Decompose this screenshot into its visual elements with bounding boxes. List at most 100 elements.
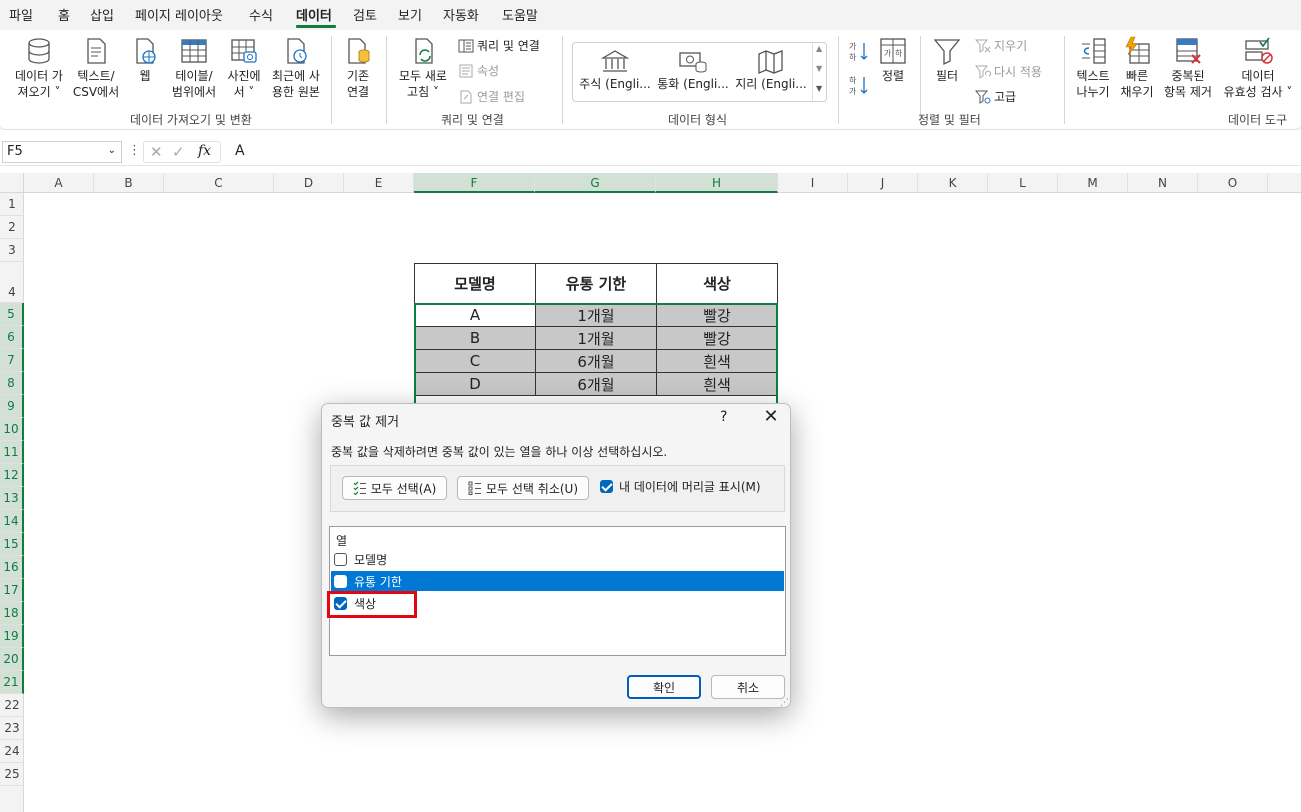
close-icon[interactable]: ✕ — [760, 406, 782, 428]
help-icon[interactable]: ? — [720, 409, 727, 425]
chevron-down-icon[interactable]: ⌄ — [108, 145, 116, 156]
col-header[interactable]: B — [94, 173, 164, 193]
menu-insert[interactable]: 삽입 — [90, 5, 114, 24]
row-header[interactable]: 11 — [0, 441, 24, 464]
col-header[interactable]: D — [274, 173, 344, 193]
col-header[interactable]: K — [918, 173, 988, 193]
refresh-all-button[interactable]: 모두 새로 고침 ˅ — [393, 36, 453, 100]
row-header[interactable]: 14 — [0, 510, 24, 533]
list-item[interactable]: 모델명 — [331, 549, 784, 569]
menu-view[interactable]: 보기 — [398, 5, 422, 24]
datatype-currencies[interactable]: 통화 (Engli... — [657, 49, 729, 92]
gallery-scroll[interactable]: ▲ ▼ ▼ — [812, 42, 827, 102]
unselect-all-button[interactable]: 모두 선택 취소(U) — [457, 476, 589, 500]
remove-duplicates-button[interactable]: 중복된 항목 제거 — [1158, 36, 1218, 100]
table-cell[interactable]: C — [414, 349, 536, 373]
col-header[interactable]: H — [656, 173, 778, 193]
table-cell[interactable]: 6개월 — [535, 372, 657, 396]
text-csv-button[interactable]: 텍스트/CSV에서 — [68, 36, 124, 100]
col-header[interactable]: E — [344, 173, 414, 193]
clear-filter-button[interactable]: 지우기 — [975, 37, 1027, 54]
col-header[interactable]: M — [1058, 173, 1128, 193]
existing-connections-button[interactable]: 기존 연결 — [338, 36, 378, 100]
row-header[interactable]: 16 — [0, 556, 24, 579]
ok-button[interactable]: 확인 — [627, 675, 701, 699]
row-header[interactable]: 17 — [0, 579, 24, 602]
select-all-button[interactable]: 모두 선택(A) — [342, 476, 447, 500]
datatype-geography[interactable]: 지리 (Engli... — [735, 49, 807, 92]
row-header[interactable]: 12 — [0, 464, 24, 487]
table-cell[interactable]: B — [414, 326, 536, 350]
table-cell[interactable]: 6개월 — [535, 349, 657, 373]
col-header[interactable]: F — [414, 173, 535, 193]
from-picture-button[interactable]: 사진에 서 ˅ — [222, 36, 266, 100]
get-data-button[interactable]: 데이터 가 져오기 ˅ — [10, 36, 68, 100]
text-to-columns-button[interactable]: 텍스트 나누기 — [1070, 36, 1116, 100]
menu-review[interactable]: 검토 — [353, 5, 377, 24]
col-header[interactable]: A — [24, 173, 94, 193]
menu-file[interactable]: 파일 — [9, 5, 33, 24]
row-header[interactable]: 1 — [0, 193, 24, 216]
row-header[interactable]: 15 — [0, 533, 24, 556]
has-headers-checkbox[interactable]: 내 데이터에 머리글 표시(M) — [600, 478, 761, 495]
table-cell[interactable]: 1개월 — [535, 303, 657, 327]
sort-descending-button[interactable]: 하가 — [848, 74, 868, 96]
col-header[interactable]: L — [988, 173, 1058, 193]
table-cell[interactable]: 흰색 — [656, 349, 778, 373]
row-header[interactable]: 24 — [0, 740, 24, 763]
row-header[interactable]: 8 — [0, 372, 24, 395]
chevron-up-icon[interactable]: ▲ — [816, 44, 822, 53]
recent-sources-button[interactable]: 최근에 사 용한 원본 — [266, 36, 326, 100]
formula-input[interactable]: A — [235, 143, 245, 159]
table-cell[interactable]: 빨강 — [656, 303, 778, 327]
row-header[interactable]: 5 — [0, 303, 24, 326]
row-header[interactable]: 6 — [0, 326, 24, 349]
col-header[interactable]: C — [164, 173, 274, 193]
checkbox-checked-icon[interactable] — [600, 480, 613, 493]
insert-function-icon[interactable]: fx — [198, 143, 211, 159]
col-header[interactable]: I — [778, 173, 848, 193]
table-cell[interactable]: 흰색 — [656, 372, 778, 396]
row-header[interactable]: 25 — [0, 763, 24, 786]
flash-fill-button[interactable]: 빠른 채우기 — [1117, 36, 1157, 100]
sort-button[interactable]: 가하 정렬 — [874, 36, 912, 84]
row-header[interactable]: 20 — [0, 648, 24, 671]
row-header[interactable]: 18 — [0, 602, 24, 625]
confirm-entry-icon[interactable]: ✓ — [172, 143, 185, 161]
select-all-corner[interactable] — [0, 173, 24, 193]
table-header-cell[interactable]: 색상 — [656, 263, 778, 304]
resize-grip-icon[interactable]: ⋰ — [780, 698, 789, 708]
col-header[interactable]: G — [535, 173, 656, 193]
row-header[interactable]: 22 — [0, 694, 24, 717]
row-header[interactable]: 10 — [0, 418, 24, 441]
list-item[interactable]: 색상 — [331, 593, 784, 613]
col-header[interactable]: O — [1198, 173, 1268, 193]
row-header[interactable]: 13 — [0, 487, 24, 510]
from-web-button[interactable]: 웹 — [128, 36, 162, 84]
reapply-button[interactable]: 다시 적용 — [975, 63, 1042, 80]
list-item[interactable]: 유통 기한 — [331, 571, 784, 591]
menu-help[interactable]: 도움말 — [502, 5, 538, 24]
table-cell[interactable]: 빨강 — [656, 326, 778, 350]
row-header[interactable]: 7 — [0, 349, 24, 372]
menu-automate[interactable]: 자동화 — [443, 5, 479, 24]
table-header-cell[interactable]: 모델명 — [414, 263, 536, 304]
row-header[interactable]: 2 — [0, 216, 24, 239]
col-header[interactable]: N — [1128, 173, 1198, 193]
gallery-more-icon[interactable]: ▼ — [816, 84, 822, 93]
checkbox-checked-icon[interactable] — [334, 596, 347, 610]
cancel-button[interactable]: 취소 — [711, 675, 785, 699]
checkbox-icon[interactable] — [334, 552, 347, 566]
row-header[interactable]: 4 — [0, 262, 24, 303]
from-table-button[interactable]: 테이블/범위에서 — [166, 36, 222, 100]
row-header[interactable]: 3 — [0, 239, 24, 262]
checkbox-icon[interactable] — [334, 574, 347, 588]
data-validation-button[interactable]: 데이터 유효성 검사 ˅ — [1218, 36, 1298, 100]
row-header[interactable]: 9 — [0, 395, 24, 418]
name-box[interactable]: F5 ⌄ — [2, 141, 122, 163]
row-header[interactable]: 19 — [0, 625, 24, 648]
advanced-filter-button[interactable]: 고급 — [975, 88, 1016, 105]
menu-formulas[interactable]: 수식 — [249, 5, 273, 24]
queries-connections-button[interactable]: 쿼리 및 연결 — [458, 37, 540, 54]
table-cell[interactable]: 1개월 — [535, 326, 657, 350]
